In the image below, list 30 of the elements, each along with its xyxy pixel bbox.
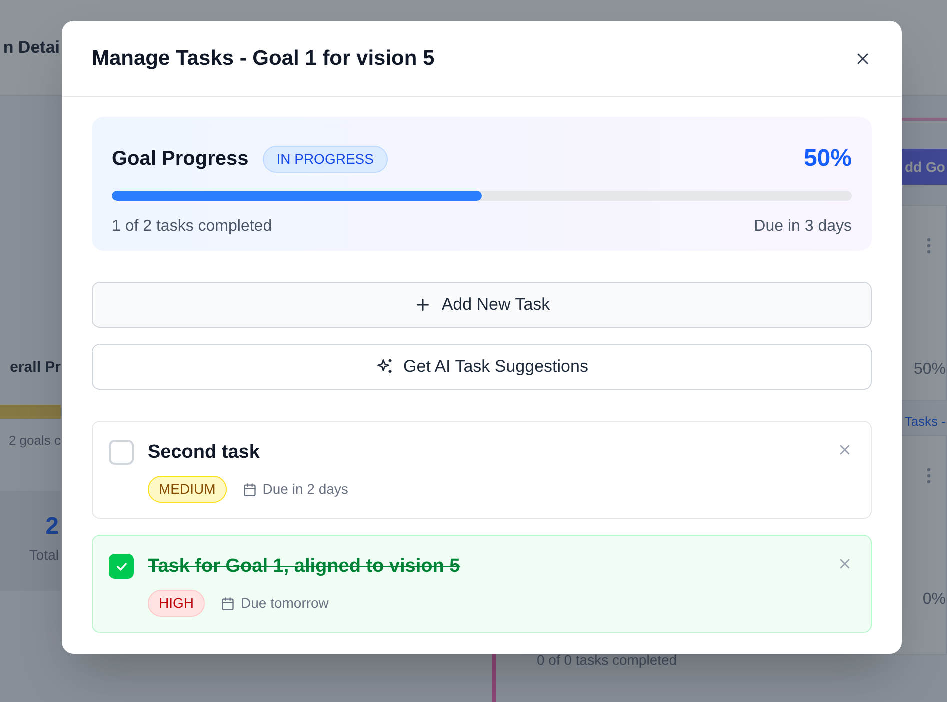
ai-suggestions-button[interactable]: Get AI Task Suggestions: [92, 344, 872, 390]
task-title: Task for Goal 1, aligned to vision 5: [148, 555, 462, 579]
tasks-summary: 0 of 0 tasks completed: [537, 651, 678, 670]
add-task-button[interactable]: Add New Task: [92, 282, 872, 328]
sparkle-icon: [376, 358, 394, 376]
due-text: Due in 3 days: [754, 217, 852, 237]
accent-bar: [0, 405, 61, 419]
page-title: n Detai: [2, 36, 60, 59]
more-icon[interactable]: [927, 468, 931, 484]
stat-value: 2: [46, 515, 59, 539]
task-due-text: Due in 2 days: [262, 480, 348, 499]
progress-title: Goal Progress: [112, 147, 249, 172]
status-badge: IN PROGRESS: [262, 146, 388, 172]
stat-label: Total: [29, 546, 59, 565]
goal-percent: 50%: [914, 360, 946, 380]
more-icon[interactable]: [927, 238, 931, 254]
goal-percent: 0%: [922, 590, 946, 610]
goals-summary: 2 goals c: [8, 432, 61, 450]
priority-badge: HIGH: [148, 590, 205, 617]
dialog-title: Manage Tasks - Goal 1 for vision 5: [92, 46, 435, 72]
task-title: Second task: [148, 441, 261, 465]
section-title: erall Pr: [10, 358, 61, 378]
calendar-icon: [221, 596, 235, 610]
tasks-completed-text: 1 of 2 tasks completed: [112, 217, 272, 237]
task-due-text: Due tomorrow: [241, 594, 329, 613]
task-checkbox[interactable]: [109, 440, 134, 465]
progress-percent: 50%: [804, 144, 852, 174]
priority-badge: MEDIUM: [148, 476, 227, 503]
calendar-icon: [242, 482, 257, 496]
task-checkbox[interactable]: [109, 554, 134, 579]
